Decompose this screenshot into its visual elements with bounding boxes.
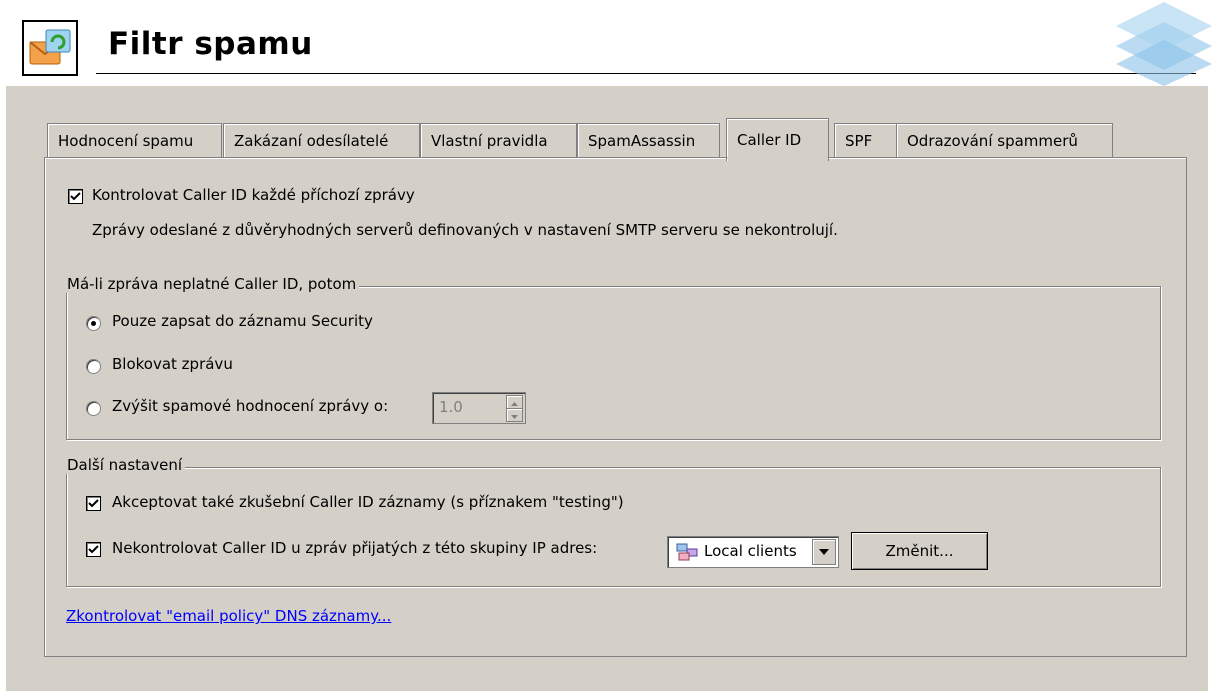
- score-increase-spinner[interactable]: 1.0: [432, 392, 526, 424]
- tab-zakazani-odesilatele[interactable]: Zakázaní odesílatelé: [223, 123, 420, 158]
- tab-hodnoceni-spamu[interactable]: Hodnocení spamu: [47, 123, 222, 158]
- trusted-servers-note: Zprávy odeslané z důvěryhodných serverů …: [92, 221, 838, 239]
- check-icon: [88, 499, 99, 508]
- other-settings-group: [66, 467, 1161, 587]
- change-ip-group-button[interactable]: Změnit...: [851, 532, 988, 570]
- radio-selected-dot: [91, 321, 96, 326]
- ip-group-select[interactable]: Local clients: [667, 536, 839, 568]
- invalid-caller-id-group-title: Má-li zpráva neplatné Caller ID, potom: [64, 275, 360, 293]
- tab-vlastni-pravidla[interactable]: Vlastní pravidla: [420, 123, 577, 158]
- skip-ip-group-label: Nekontrolovat Caller ID u zpráv přijatýc…: [112, 539, 598, 557]
- tab-odrazovani-spammeru[interactable]: Odrazování spammerů: [896, 123, 1113, 158]
- corner-logo-icon: [1116, 2, 1212, 86]
- header: Filtr spamu: [0, 0, 1214, 86]
- spin-up-button[interactable]: [506, 395, 523, 409]
- check-icon: [70, 192, 81, 201]
- skip-ip-group-checkbox[interactable]: [86, 542, 101, 557]
- accept-testing-checkbox[interactable]: [86, 496, 101, 511]
- tab-caller-id[interactable]: Caller ID: [726, 118, 829, 161]
- ip-group-value: Local clients: [704, 542, 797, 560]
- arrow-down-icon: [511, 415, 518, 419]
- spam-filter-icon: [22, 20, 78, 76]
- other-settings-group-title: Další nastavení: [64, 456, 186, 474]
- check-icon: [88, 545, 99, 554]
- ip-group-icon: [676, 543, 698, 561]
- tab-spf[interactable]: SPF: [834, 123, 897, 158]
- accept-testing-label: Akceptovat také zkušební Caller ID zázna…: [112, 493, 624, 511]
- radio-block-message-label: Blokovat zprávu: [112, 355, 233, 373]
- score-increase-value: 1.0: [439, 398, 463, 416]
- title-underline: [96, 73, 1196, 74]
- tab-spamassassin[interactable]: SpamAssassin: [577, 123, 720, 158]
- radio-log-only-label: Pouze zapsat do záznamu Security: [112, 312, 373, 330]
- radio-block-message[interactable]: [86, 359, 101, 374]
- radio-increase-score[interactable]: [86, 401, 101, 416]
- radio-increase-score-label: Zvýšit spamové hodnocení zprávy o:: [112, 397, 389, 415]
- check-caller-id-label: Kontrolovat Caller ID každé příchozí zpr…: [92, 186, 415, 204]
- ip-group-dropdown-button[interactable]: [812, 539, 836, 565]
- check-dns-records-link[interactable]: Zkontrolovat "email policy" DNS záznamy.…: [66, 607, 391, 625]
- chevron-down-icon: [819, 549, 829, 555]
- check-caller-id-checkbox[interactable]: [68, 189, 83, 204]
- radio-log-only[interactable]: [86, 316, 101, 331]
- active-tab-gap: [727, 157, 828, 159]
- spin-down-button[interactable]: [506, 408, 523, 422]
- page-title: Filtr spamu: [108, 26, 313, 62]
